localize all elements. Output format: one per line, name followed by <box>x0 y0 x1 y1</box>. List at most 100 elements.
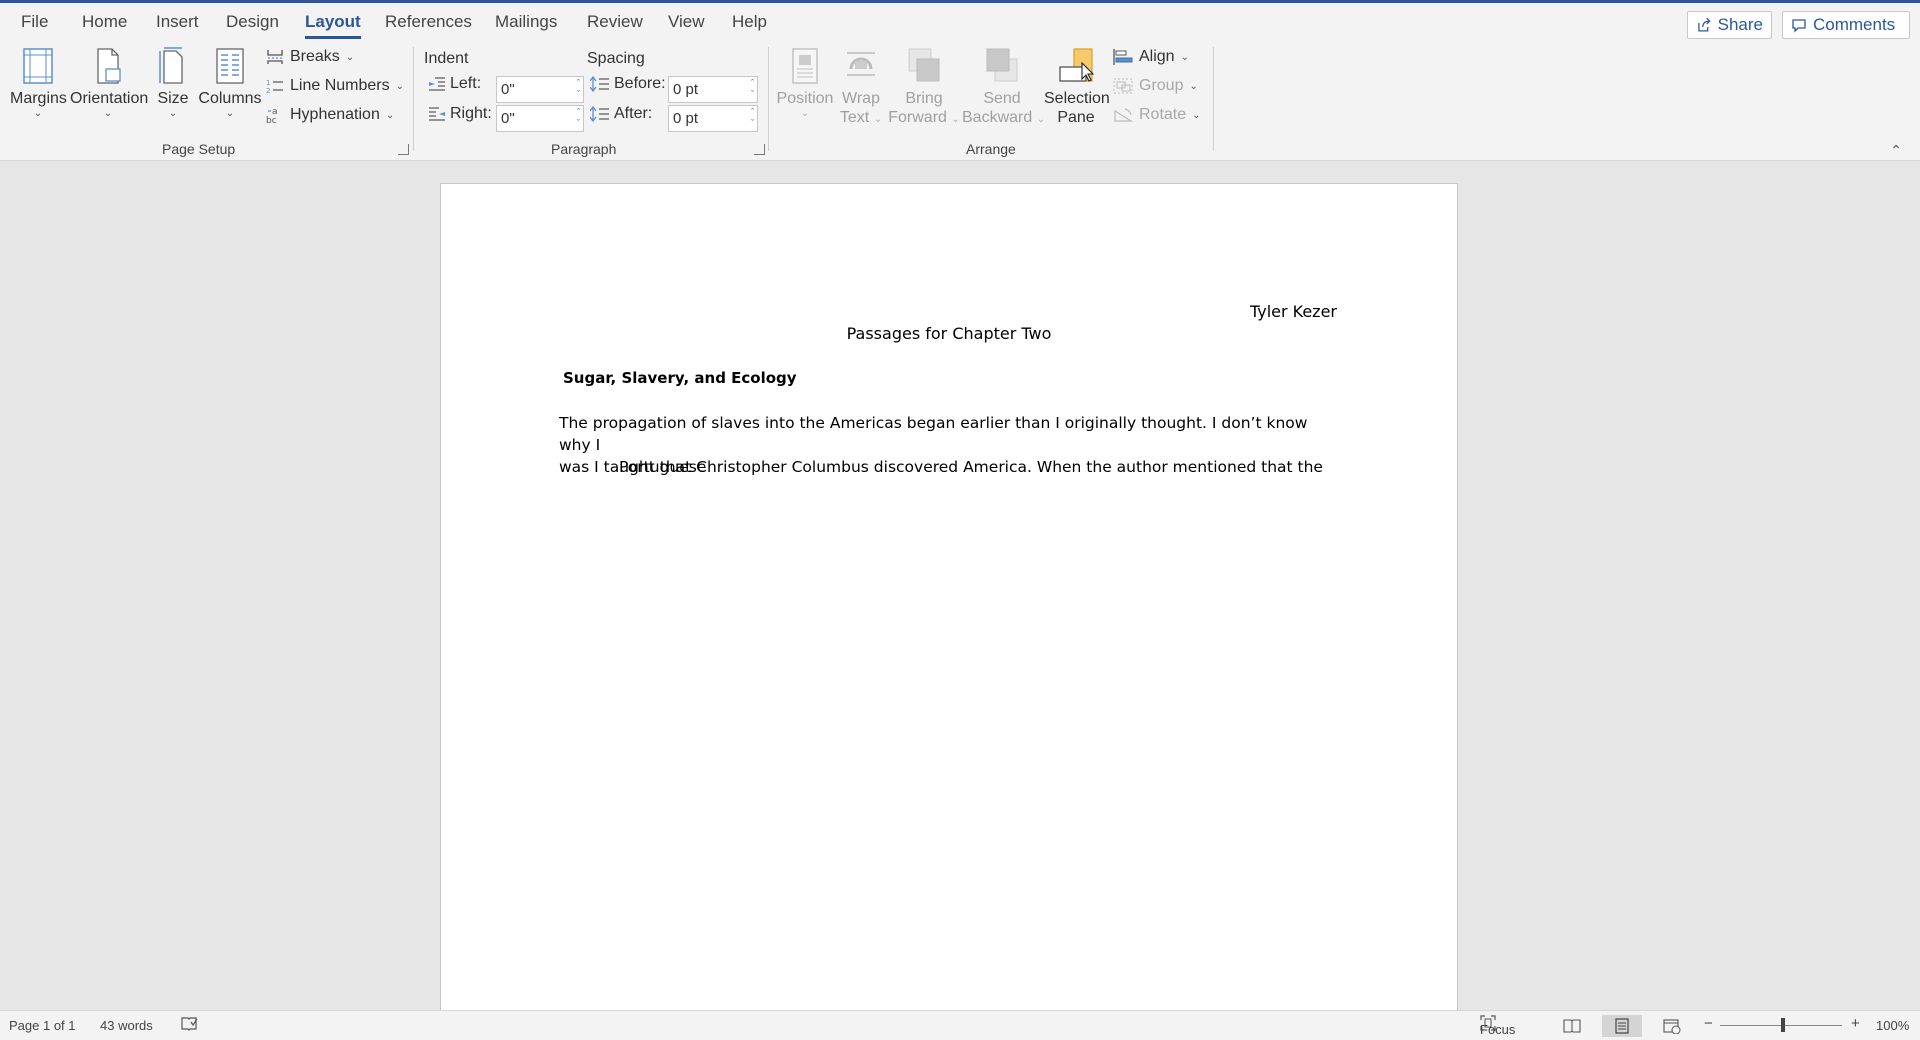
wrap-text-button[interactable]: Wrap Text ⌄ <box>836 47 886 127</box>
chevron-down-icon: ⌄ <box>800 108 810 119</box>
web-layout-button[interactable] <box>1652 1015 1692 1037</box>
hyphenation-button[interactable]: a bc Hyphenation ⌄ <box>266 106 394 124</box>
bring-forward-label-2: Forward ⌄ <box>888 109 960 126</box>
tab-design[interactable]: Design <box>226 12 279 32</box>
group-icon <box>1113 78 1133 94</box>
spin-arrows-icon[interactable]: ˆˇ <box>751 78 754 100</box>
spin-arrows-icon[interactable]: ˆˇ <box>577 107 580 129</box>
share-icon <box>1698 17 1711 32</box>
tab-insert[interactable]: Insert <box>156 12 199 32</box>
document-title: Passages for Chapter Two <box>846 324 1052 343</box>
indent-left-input[interactable]: 0" ˆˇ <box>496 76 584 103</box>
selection-pane-label-1: Selection <box>1044 90 1110 107</box>
ribbon-tabs: File Home Insert Design Layout Reference… <box>0 3 1920 41</box>
send-backward-label-2: Backward ⌄ <box>962 109 1046 126</box>
group-label-page-setup: Page Setup <box>162 141 236 157</box>
print-layout-icon <box>1615 1018 1629 1034</box>
spacing-before-input[interactable]: 0 pt ˆˇ <box>668 76 758 103</box>
focus-button[interactable]: Focus <box>1480 1015 1515 1037</box>
hyphenation-icon: abc <box>266 107 278 124</box>
collapse-ribbon-icon[interactable]: ⌃ <box>1890 142 1902 159</box>
tab-mailings[interactable]: Mailings <box>495 12 557 32</box>
size-icon <box>159 47 183 84</box>
document-author: Tyler Kezer <box>1249 302 1337 321</box>
orientation-button[interactable]: Orientation ⌄ <box>70 47 148 120</box>
indent-right-label: Right: <box>428 105 492 123</box>
indent-right-input[interactable]: 0" ˆˇ <box>496 105 584 132</box>
selection-pane-icon <box>1059 48 1095 82</box>
tab-layout[interactable]: Layout <box>305 12 361 39</box>
zoom-out-button[interactable]: − <box>1704 1015 1713 1032</box>
print-layout-button[interactable] <box>1602 1015 1642 1037</box>
send-backward-button[interactable]: Send Backward ⌄ <box>962 47 1046 127</box>
chevron-down-icon: ⌄ <box>103 108 113 119</box>
chevron-down-icon: ⌄ <box>168 108 178 119</box>
align-button[interactable]: Align ⌄ <box>1113 48 1189 66</box>
breaks-icon <box>267 50 283 64</box>
group-button[interactable]: Group ⌄ <box>1113 77 1198 95</box>
group-label: Group <box>1139 77 1184 94</box>
spacing-before-label: Before: <box>590 75 666 93</box>
read-mode-icon <box>1563 1019 1581 1033</box>
status-bar: Page 1 of 1 43 words Focus − + 100% <box>0 1010 1920 1040</box>
selection-pane-button[interactable]: Selection Pane <box>1044 47 1110 127</box>
spacing-after-icon <box>590 106 609 122</box>
chevron-down-icon: ⌄ <box>1189 80 1198 92</box>
tab-file[interactable]: File <box>21 12 48 32</box>
wrap-text-label-2: Text ⌄ <box>839 109 883 126</box>
spin-arrows-icon[interactable]: ˆˇ <box>577 78 580 100</box>
zoom-in-button[interactable]: + <box>1851 1015 1860 1032</box>
chevron-down-icon: ⌄ <box>345 51 355 63</box>
document-page[interactable]: Tyler Kezer Passages for Chapter Two Sug… <box>440 183 1458 1010</box>
share-button[interactable]: Share <box>1687 11 1772 39</box>
rotate-icon <box>1114 108 1133 122</box>
page-setup-dialog-launcher[interactable] <box>398 144 409 155</box>
svg-text:bc: bc <box>266 116 277 124</box>
size-label: Size <box>157 90 189 107</box>
proofing-icon[interactable] <box>180 1016 198 1035</box>
tab-review[interactable]: Review <box>587 12 643 32</box>
line-numbers-button[interactable]: 12 Line Numbers ⌄ <box>266 77 404 95</box>
indent-left-label: Left: <box>428 75 481 93</box>
comments-button[interactable]: Comments <box>1782 11 1910 39</box>
document-heading: Sugar, Slavery, and Ecology <box>563 369 797 387</box>
paragraph-dialog-launcher[interactable] <box>754 144 765 155</box>
zoom-slider-thumb[interactable] <box>1781 1018 1785 1032</box>
chevron-down-icon: ⌄ <box>951 114 960 125</box>
spin-arrows-icon[interactable]: ˆˇ <box>751 107 754 129</box>
web-layout-icon <box>1663 1019 1681 1034</box>
group-label-paragraph: Paragraph <box>551 141 617 157</box>
chevron-down-icon: ⌄ <box>385 109 395 121</box>
tab-references[interactable]: References <box>385 12 472 32</box>
columns-button[interactable]: Columns ⌄ <box>198 47 262 120</box>
tab-home[interactable]: Home <box>82 12 127 32</box>
spacing-after-input[interactable]: 0 pt ˆˇ <box>668 105 758 132</box>
chevron-down-icon: ⌄ <box>1180 51 1189 63</box>
size-button[interactable]: Size ⌄ <box>152 47 194 120</box>
margins-button[interactable]: Margins ⌄ <box>10 47 67 120</box>
align-icon <box>1113 49 1133 65</box>
breaks-button[interactable]: Breaks ⌄ <box>266 48 354 66</box>
comment-icon <box>1792 19 1806 33</box>
rotate-button[interactable]: Rotate ⌄ <box>1113 106 1201 124</box>
chevron-down-icon: ⌄ <box>1192 109 1201 121</box>
bring-forward-button[interactable]: Bring Forward ⌄ <box>888 47 960 127</box>
chevron-down-icon: ⌄ <box>395 80 404 92</box>
position-button[interactable]: Position ⌄ <box>776 47 834 120</box>
indent-left-icon <box>429 77 445 91</box>
ribbon-layout: Margins ⌄ Orientation ⌄ Size ⌄ Columns ⌄… <box>0 41 1920 161</box>
line-numbers-icon: 12 <box>266 79 283 94</box>
word-count[interactable]: 43 words <box>100 1018 153 1033</box>
tab-help[interactable]: Help <box>732 12 767 32</box>
wrap-text-icon <box>847 52 875 76</box>
send-backward-icon <box>986 48 1018 82</box>
document-canvas[interactable]: Tyler Kezer Passages for Chapter Two Sug… <box>0 161 1920 1010</box>
svg-text:2: 2 <box>266 87 270 94</box>
page-count[interactable]: Page 1 of 1 <box>9 1018 76 1033</box>
tab-view[interactable]: View <box>668 12 705 32</box>
columns-label: Columns <box>198 90 262 107</box>
zoom-level[interactable]: 100% <box>1876 1018 1909 1033</box>
bring-forward-label-1: Bring <box>905 90 943 107</box>
read-mode-button[interactable] <box>1552 1015 1592 1037</box>
selection-pane-label-2: Pane <box>1057 109 1095 126</box>
